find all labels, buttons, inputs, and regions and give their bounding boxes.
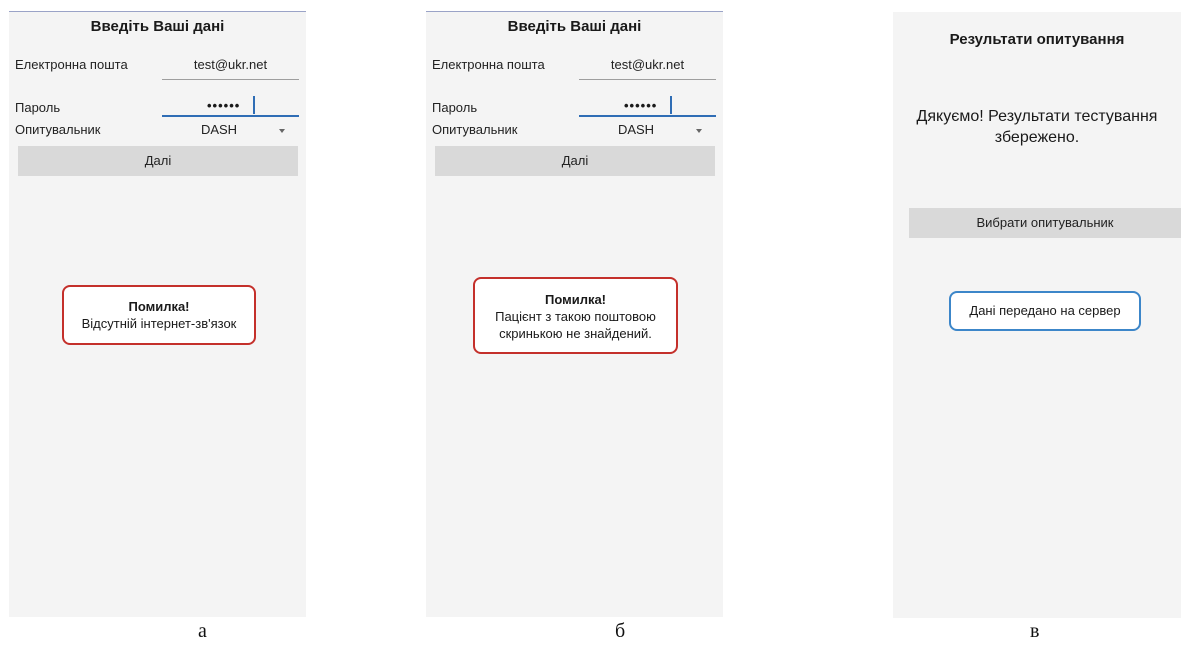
survey-select[interactable]: DASH — [586, 122, 686, 137]
page-title: Результати опитування — [949, 31, 1125, 48]
top-divider — [426, 11, 723, 12]
password-underline — [579, 115, 716, 117]
caption-a: а — [198, 620, 207, 642]
text-caret — [670, 96, 672, 114]
choose-survey-button[interactable]: Вибрати опитувальник — [909, 208, 1181, 238]
caption-b: б — [615, 620, 626, 642]
survey-select[interactable]: DASH — [169, 122, 269, 137]
email-field[interactable]: test@ukr.net — [162, 57, 299, 72]
email-label: Електронна пошта — [432, 57, 545, 72]
page-title: Введіть Ваші дані — [507, 18, 642, 35]
toast-title: Помилка! — [544, 292, 607, 307]
next-button[interactable]: Далі — [18, 146, 298, 176]
toast-message: Відсутній інтернет-зв'язок — [81, 316, 237, 331]
chevron-down-icon[interactable] — [279, 129, 285, 133]
caption-c: в — [1030, 620, 1040, 642]
error-toast: Помилка! Відсутній інтернет-зв'язок — [62, 285, 256, 345]
toast-title: Помилка! — [128, 299, 190, 314]
password-field[interactable]: •••••• — [207, 98, 240, 113]
email-underline — [579, 79, 716, 80]
text-caret — [253, 96, 255, 114]
toast-message: Пацієнт з такою поштовою скринькою не зн… — [495, 309, 656, 341]
password-label: Пароль — [432, 100, 478, 115]
success-toast: Дані передано на сервер — [949, 291, 1141, 331]
survey-label: Опитувальник — [15, 122, 101, 137]
screen-c: Результати опитування Дякуємо! Результат… — [893, 12, 1181, 618]
screen-a: Введіть Ваші дані Електронна пошта test@… — [9, 11, 306, 617]
survey-label: Опитувальник — [432, 122, 518, 137]
error-toast: Помилка! Пацієнт з такою поштовою скринь… — [473, 277, 678, 354]
email-label: Електронна пошта — [15, 57, 128, 72]
password-underline — [162, 115, 299, 117]
top-divider — [9, 11, 306, 12]
password-label: Пароль — [15, 100, 61, 115]
email-underline — [162, 79, 299, 80]
chevron-down-icon[interactable] — [696, 129, 702, 133]
next-button[interactable]: Далі — [435, 146, 715, 176]
password-field[interactable]: •••••• — [624, 98, 657, 113]
page-title: Введіть Ваші дані — [90, 18, 225, 35]
email-field[interactable]: test@ukr.net — [579, 57, 716, 72]
thanks-message: Дякуємо! Результати тестування збережено… — [916, 108, 1158, 146]
screen-b: Введіть Ваші дані Електронна пошта test@… — [426, 11, 723, 617]
